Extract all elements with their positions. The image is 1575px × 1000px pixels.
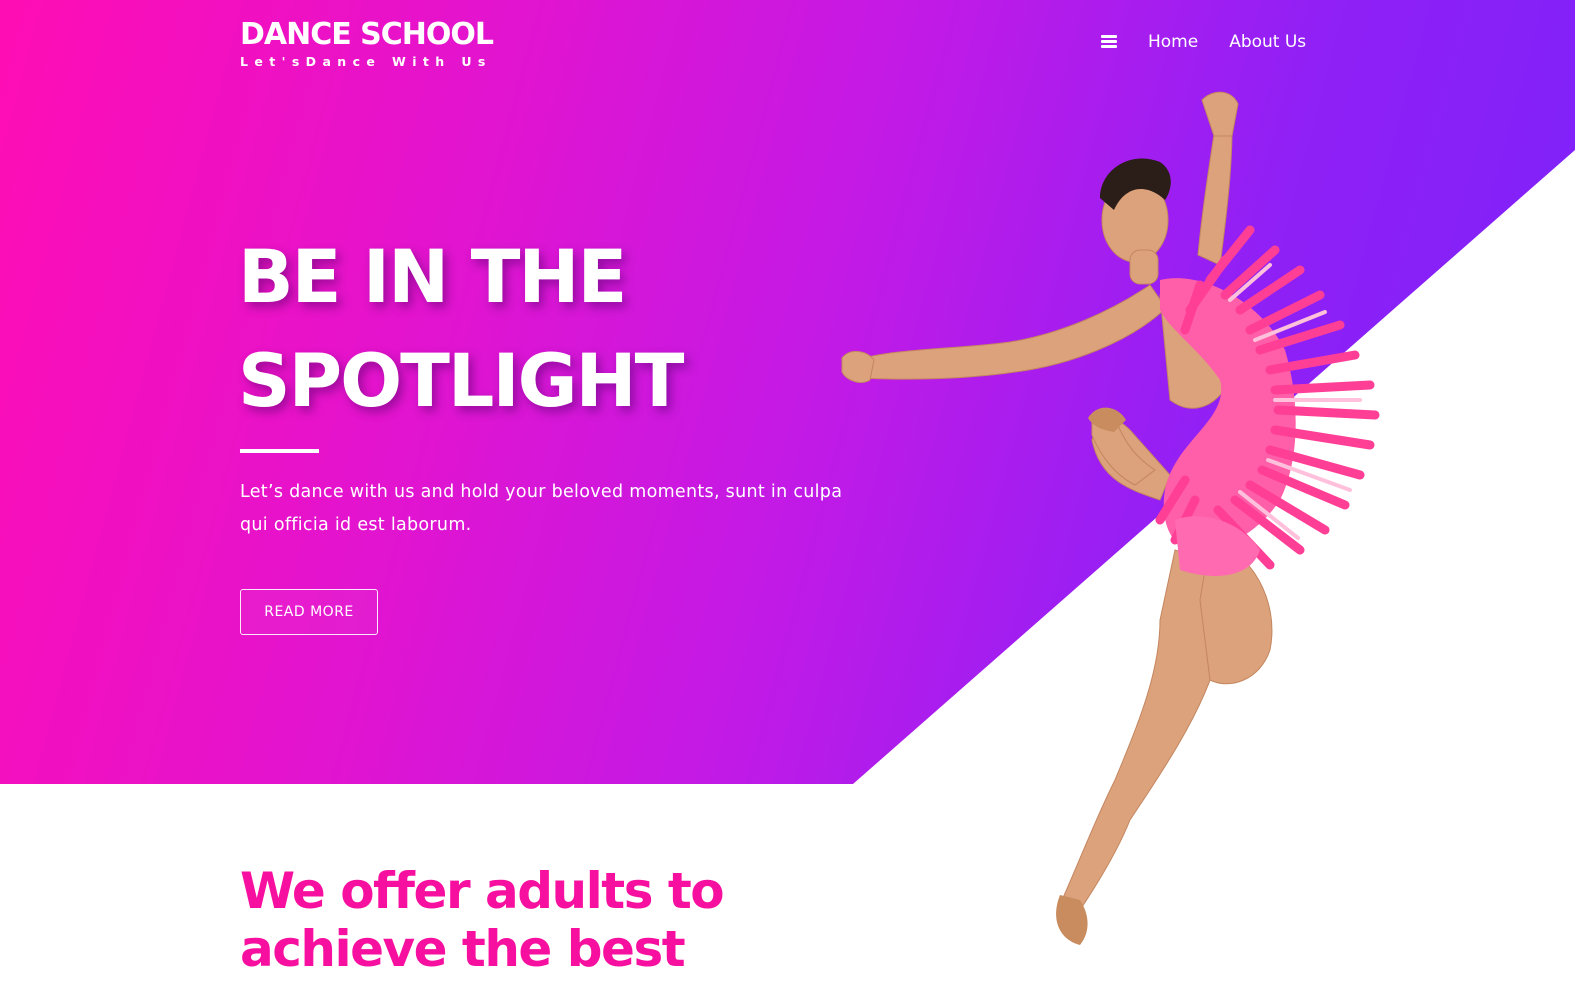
nav-link-home[interactable]: Home [1148,32,1198,52]
hamburger-menu-icon[interactable] [1101,35,1117,49]
hero-headline-line2: SPOTLIGHT [238,339,684,424]
hero-description: Let’s dance with us and hold your belove… [240,482,843,535]
offer-heading-line1: We offer adults to [240,862,725,920]
main-nav: Home About Us [1101,28,1306,56]
site-logo[interactable]: DANCE SCHOOL Let'sDance With Us [240,15,494,69]
headline-divider [240,449,319,453]
brand-tagline: Let'sDance With Us [240,54,492,69]
read-more-button[interactable]: READ MORE [240,589,378,635]
dancer-image [841,91,1380,945]
offer-heading-line2: achieve the best [240,920,686,978]
nav-link-about-us[interactable]: About Us [1229,32,1306,52]
hero-headline-line1: BE IN THE [238,235,627,320]
brand-title: DANCE SCHOOL [240,17,494,52]
hero-headline: BE IN THE SPOTLIGHT [238,226,838,434]
offer-heading: We offer adults to achieve the best [240,862,940,978]
